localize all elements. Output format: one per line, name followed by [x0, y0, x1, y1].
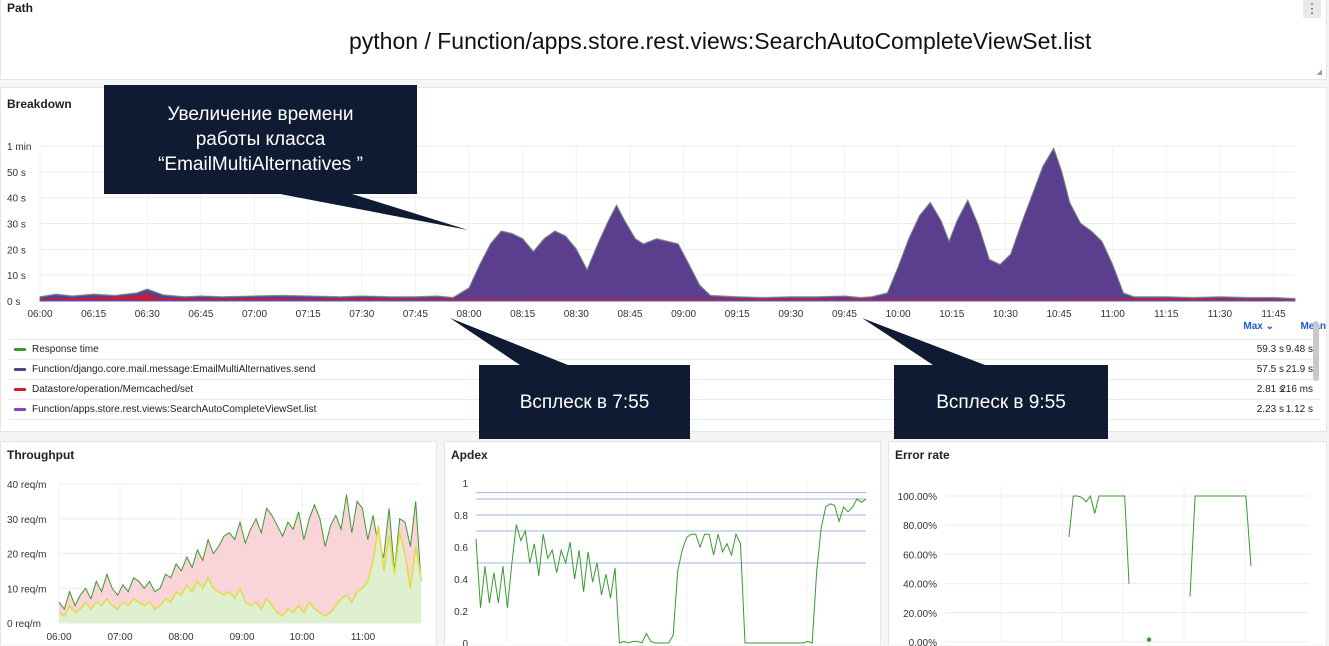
throughput-chart: 0 req/m 10 req/m 20 req/m 30 req/m 40 req/m 0… [7, 480, 422, 643]
legend-header: Max ⌄ Mean [9, 321, 1326, 339]
legend-mean: 21.9 s [1285, 364, 1313, 375]
x-tick-label: 10:45 [1047, 309, 1072, 320]
path-value: python / Function/apps.store.rest.views:… [349, 28, 1092, 54]
y-tick-label: 20.00% [903, 609, 937, 620]
x-tick-label: 11:45 [1261, 309, 1286, 320]
error-rate-title: Error rate [895, 448, 950, 462]
x-tick-label: 10:30 [993, 309, 1018, 320]
x-tick-label: 06:00 [27, 309, 52, 320]
y-tick-label: 1 [462, 479, 468, 490]
legend-swatch [14, 348, 26, 351]
legend-series-name: Function/apps.store.rest.views:SearchAut… [32, 404, 317, 415]
breakdown-title: Breakdown [7, 97, 72, 111]
x-tick-label: 07:30 [349, 309, 374, 320]
y-tick-label: 0 s [7, 297, 20, 308]
x-tick-label: 09:45 [832, 309, 857, 320]
x-tick-label: 08:45 [617, 309, 642, 320]
callout-line: работы класса [195, 129, 326, 150]
callout-line: Увеличение времени [167, 104, 354, 125]
x-tick-label: 10:00 [886, 309, 911, 320]
y-tick-label: 40 req/m [7, 480, 46, 491]
x-tick-label: 10:15 [939, 309, 964, 320]
x-tick-label: 09:00 [229, 632, 254, 643]
throughput-panel: 0 req/m 10 req/m 20 req/m 30 req/m 40 req/m 0… [0, 441, 437, 645]
y-tick-label: 50 s [7, 168, 26, 179]
error-rate-panel: 0.00% 20.00% 40.00% 60.00% 80.00% 100.00% Err… [888, 441, 1327, 646]
x-tick-label: 09:30 [778, 309, 803, 320]
callout-spike-0955: Всплеск в 9:55 [894, 365, 1108, 439]
legend-series-name: Function/django.core.mail.message:EmailM… [32, 364, 316, 375]
y-tick-label: 30 req/m [7, 515, 46, 526]
y-tick-label: 20 req/m [7, 550, 46, 561]
legend-mean: 1.12 s [1285, 404, 1313, 415]
panel-menu-icon[interactable]: ⋮ [1303, 0, 1321, 18]
callout-spike-0755: Всплеск в 7:55 [479, 365, 690, 439]
y-tick-label: 0 req/m [7, 619, 41, 630]
x-tick-label: 10:00 [289, 632, 314, 643]
y-tick-label: 1 min [7, 142, 31, 153]
legend-series-name: Response time [32, 344, 99, 355]
y-tick-label: 80.00% [903, 521, 937, 532]
callout-line: “EmailMultiAlternatives ” [158, 154, 363, 175]
y-tick-label: 10 req/m [7, 584, 46, 595]
throughput-title: Throughput [7, 448, 75, 462]
x-tick-label: 08:30 [564, 309, 589, 320]
path-panel-title: Path [7, 1, 34, 15]
y-tick-label: 100.00% [898, 492, 938, 503]
error-rate-point [1146, 637, 1152, 642]
max-column-sort[interactable]: Max ⌄ [1243, 321, 1274, 332]
error-rate-line [1068, 494, 1130, 584]
y-tick-label: 30 s [7, 220, 26, 231]
callout-email-class: Увеличение времени работы класса “EmailM… [104, 85, 417, 194]
x-tick-label: 08:00 [457, 309, 482, 320]
error-rate-line [1189, 495, 1252, 597]
resize-handle-icon[interactable]: ◢ [1317, 68, 1322, 76]
x-tick-label: 06:15 [81, 309, 106, 320]
y-tick-label: 0.4 [454, 575, 468, 586]
error-rate-chart: 0.00%20.00%40.00%60.00%80.00%100.00% [898, 486, 1309, 646]
x-tick-label: 08:00 [168, 632, 193, 643]
legend-swatch [14, 408, 26, 411]
legend-scrollbar[interactable] [1313, 321, 1319, 381]
x-tick-label: 08:15 [510, 309, 535, 320]
legend-mean: 9.48 s [1285, 344, 1313, 355]
x-tick-label: 06:45 [188, 309, 213, 320]
x-tick-label: 07:15 [296, 309, 321, 320]
x-tick-label: 07:45 [403, 309, 428, 320]
x-tick-label: 09:15 [725, 309, 750, 320]
legend-row[interactable]: Response time 59.3 s 9.48 s [9, 339, 1320, 359]
apdex-title: Apdex [451, 448, 488, 462]
x-tick-label: 11:15 [1154, 309, 1179, 320]
y-tick-label: 0.2 [454, 607, 468, 618]
legend-mean: 216 ms [1280, 384, 1313, 395]
legend-series-name: Datastore/operation/Memcached/set [32, 384, 194, 395]
y-tick-label: 40 s [7, 194, 26, 205]
x-tick-label: 06:00 [46, 632, 71, 643]
x-tick-label: 11:30 [1208, 309, 1233, 320]
x-tick-label: 09:00 [671, 309, 696, 320]
path-panel: Path python / Function/apps.store.rest.v… [0, 0, 1327, 80]
y-tick-label: 40.00% [903, 580, 937, 591]
legend-swatch [14, 388, 26, 391]
x-tick-label: 06:30 [135, 309, 160, 320]
y-tick-label: 0.6 [454, 543, 468, 554]
x-tick-label: 07:00 [242, 309, 267, 320]
apdex-chart: 00.20.40.60.81 [454, 479, 867, 646]
x-tick-label: 07:00 [107, 632, 132, 643]
legend-swatch [14, 368, 26, 371]
y-tick-label: 0.8 [454, 511, 468, 522]
y-tick-label: 20 s [7, 245, 26, 256]
y-tick-label: 60.00% [903, 550, 937, 561]
x-tick-label: 11:00 [351, 632, 376, 643]
x-tick-label: 11:00 [1101, 309, 1126, 320]
apdex-panel: 0 0.2 0.4 0.6 0.8 1 Apdex [444, 441, 881, 646]
y-tick-label: 10 s [7, 271, 26, 282]
